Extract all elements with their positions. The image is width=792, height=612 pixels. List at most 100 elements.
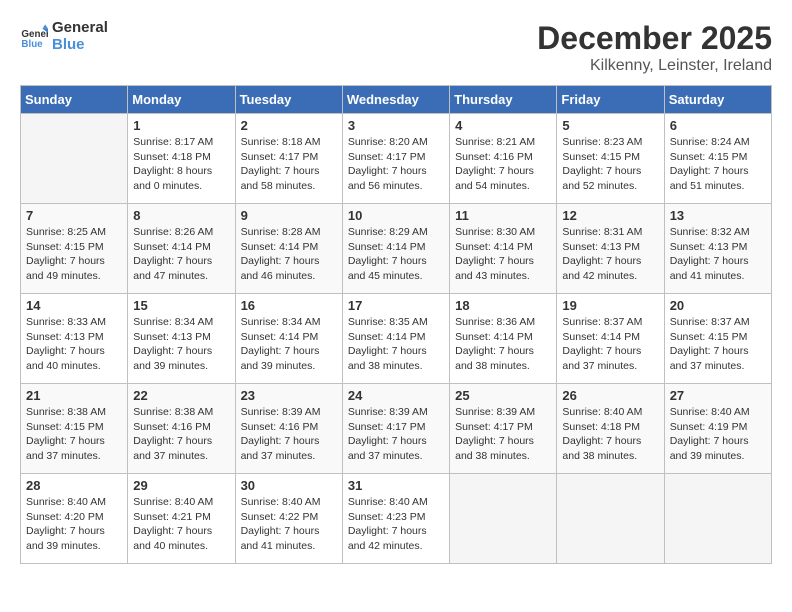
day-info: Sunrise: 8:40 AM Sunset: 4:21 PM Dayligh… [133,495,229,554]
week-row-5: 28 Sunrise: 8:40 AM Sunset: 4:20 PM Dayl… [21,474,772,564]
day-cell: 16 Sunrise: 8:34 AM Sunset: 4:14 PM Dayl… [235,294,342,384]
calendar-subtitle: Kilkenny, Leinster, Ireland [537,57,772,75]
week-row-3: 14 Sunrise: 8:33 AM Sunset: 4:13 PM Dayl… [21,294,772,384]
day-number: 6 [670,118,766,133]
day-number: 10 [348,208,444,223]
day-number: 2 [241,118,337,133]
day-cell: 12 Sunrise: 8:31 AM Sunset: 4:13 PM Dayl… [557,204,664,294]
header-tuesday: Tuesday [235,86,342,114]
logo-icon: General Blue [20,23,48,51]
day-info: Sunrise: 8:23 AM Sunset: 4:15 PM Dayligh… [562,135,658,194]
day-cell: 28 Sunrise: 8:40 AM Sunset: 4:20 PM Dayl… [21,474,128,564]
day-cell: 17 Sunrise: 8:35 AM Sunset: 4:14 PM Dayl… [342,294,449,384]
day-info: Sunrise: 8:40 AM Sunset: 4:23 PM Dayligh… [348,495,444,554]
day-cell: 15 Sunrise: 8:34 AM Sunset: 4:13 PM Dayl… [128,294,235,384]
day-cell: 3 Sunrise: 8:20 AM Sunset: 4:17 PM Dayli… [342,114,449,204]
day-cell: 20 Sunrise: 8:37 AM Sunset: 4:15 PM Dayl… [664,294,771,384]
day-cell: 30 Sunrise: 8:40 AM Sunset: 4:22 PM Dayl… [235,474,342,564]
day-number: 22 [133,388,229,403]
day-number: 16 [241,298,337,313]
header-friday: Friday [557,86,664,114]
day-cell: 26 Sunrise: 8:40 AM Sunset: 4:18 PM Dayl… [557,384,664,474]
day-info: Sunrise: 8:25 AM Sunset: 4:15 PM Dayligh… [26,225,122,284]
day-number: 5 [562,118,658,133]
day-number: 24 [348,388,444,403]
day-cell: 24 Sunrise: 8:39 AM Sunset: 4:17 PM Dayl… [342,384,449,474]
day-cell: 29 Sunrise: 8:40 AM Sunset: 4:21 PM Dayl… [128,474,235,564]
day-number: 25 [455,388,551,403]
page-header: General Blue General Blue December 2025 … [20,20,772,75]
day-number: 8 [133,208,229,223]
day-info: Sunrise: 8:39 AM Sunset: 4:17 PM Dayligh… [348,405,444,464]
day-cell: 31 Sunrise: 8:40 AM Sunset: 4:23 PM Dayl… [342,474,449,564]
day-info: Sunrise: 8:32 AM Sunset: 4:13 PM Dayligh… [670,225,766,284]
day-cell: 25 Sunrise: 8:39 AM Sunset: 4:17 PM Dayl… [450,384,557,474]
week-row-1: 1 Sunrise: 8:17 AM Sunset: 4:18 PM Dayli… [21,114,772,204]
day-number: 9 [241,208,337,223]
day-cell: 10 Sunrise: 8:29 AM Sunset: 4:14 PM Dayl… [342,204,449,294]
day-number: 17 [348,298,444,313]
day-info: Sunrise: 8:36 AM Sunset: 4:14 PM Dayligh… [455,315,551,374]
day-info: Sunrise: 8:40 AM Sunset: 4:20 PM Dayligh… [26,495,122,554]
title-section: December 2025 Kilkenny, Leinster, Irelan… [537,20,772,75]
day-cell [664,474,771,564]
day-cell [21,114,128,204]
logo-line1: General [52,20,108,37]
day-cell: 18 Sunrise: 8:36 AM Sunset: 4:14 PM Dayl… [450,294,557,384]
day-info: Sunrise: 8:40 AM Sunset: 4:19 PM Dayligh… [670,405,766,464]
header-row: SundayMondayTuesdayWednesdayThursdayFrid… [21,86,772,114]
day-info: Sunrise: 8:30 AM Sunset: 4:14 PM Dayligh… [455,225,551,284]
day-number: 1 [133,118,229,133]
day-number: 28 [26,478,122,493]
day-cell: 27 Sunrise: 8:40 AM Sunset: 4:19 PM Dayl… [664,384,771,474]
week-row-2: 7 Sunrise: 8:25 AM Sunset: 4:15 PM Dayli… [21,204,772,294]
day-number: 20 [670,298,766,313]
day-number: 14 [26,298,122,313]
day-number: 19 [562,298,658,313]
day-cell: 9 Sunrise: 8:28 AM Sunset: 4:14 PM Dayli… [235,204,342,294]
day-number: 26 [562,388,658,403]
header-monday: Monday [128,86,235,114]
header-wednesday: Wednesday [342,86,449,114]
day-info: Sunrise: 8:26 AM Sunset: 4:14 PM Dayligh… [133,225,229,284]
day-info: Sunrise: 8:33 AM Sunset: 4:13 PM Dayligh… [26,315,122,374]
day-cell: 19 Sunrise: 8:37 AM Sunset: 4:14 PM Dayl… [557,294,664,384]
day-number: 7 [26,208,122,223]
day-info: Sunrise: 8:17 AM Sunset: 4:18 PM Dayligh… [133,135,229,194]
day-number: 31 [348,478,444,493]
day-number: 23 [241,388,337,403]
day-number: 12 [562,208,658,223]
day-info: Sunrise: 8:37 AM Sunset: 4:15 PM Dayligh… [670,315,766,374]
day-cell: 13 Sunrise: 8:32 AM Sunset: 4:13 PM Dayl… [664,204,771,294]
day-cell: 22 Sunrise: 8:38 AM Sunset: 4:16 PM Dayl… [128,384,235,474]
calendar-title: December 2025 [537,20,772,57]
day-info: Sunrise: 8:28 AM Sunset: 4:14 PM Dayligh… [241,225,337,284]
day-info: Sunrise: 8:34 AM Sunset: 4:13 PM Dayligh… [133,315,229,374]
logo: General Blue General Blue [20,20,108,53]
day-number: 30 [241,478,337,493]
day-number: 21 [26,388,122,403]
day-info: Sunrise: 8:40 AM Sunset: 4:22 PM Dayligh… [241,495,337,554]
day-cell: 8 Sunrise: 8:26 AM Sunset: 4:14 PM Dayli… [128,204,235,294]
day-cell [450,474,557,564]
day-number: 4 [455,118,551,133]
day-info: Sunrise: 8:34 AM Sunset: 4:14 PM Dayligh… [241,315,337,374]
day-cell: 5 Sunrise: 8:23 AM Sunset: 4:15 PM Dayli… [557,114,664,204]
day-number: 3 [348,118,444,133]
day-cell: 1 Sunrise: 8:17 AM Sunset: 4:18 PM Dayli… [128,114,235,204]
day-number: 15 [133,298,229,313]
day-number: 27 [670,388,766,403]
day-number: 18 [455,298,551,313]
day-cell: 6 Sunrise: 8:24 AM Sunset: 4:15 PM Dayli… [664,114,771,204]
day-info: Sunrise: 8:39 AM Sunset: 4:16 PM Dayligh… [241,405,337,464]
logo-line2: Blue [52,37,108,54]
day-info: Sunrise: 8:37 AM Sunset: 4:14 PM Dayligh… [562,315,658,374]
header-sunday: Sunday [21,86,128,114]
day-number: 13 [670,208,766,223]
calendar-table: SundayMondayTuesdayWednesdayThursdayFrid… [20,85,772,564]
day-info: Sunrise: 8:20 AM Sunset: 4:17 PM Dayligh… [348,135,444,194]
day-info: Sunrise: 8:38 AM Sunset: 4:16 PM Dayligh… [133,405,229,464]
day-info: Sunrise: 8:18 AM Sunset: 4:17 PM Dayligh… [241,135,337,194]
header-saturday: Saturday [664,86,771,114]
day-cell: 14 Sunrise: 8:33 AM Sunset: 4:13 PM Dayl… [21,294,128,384]
